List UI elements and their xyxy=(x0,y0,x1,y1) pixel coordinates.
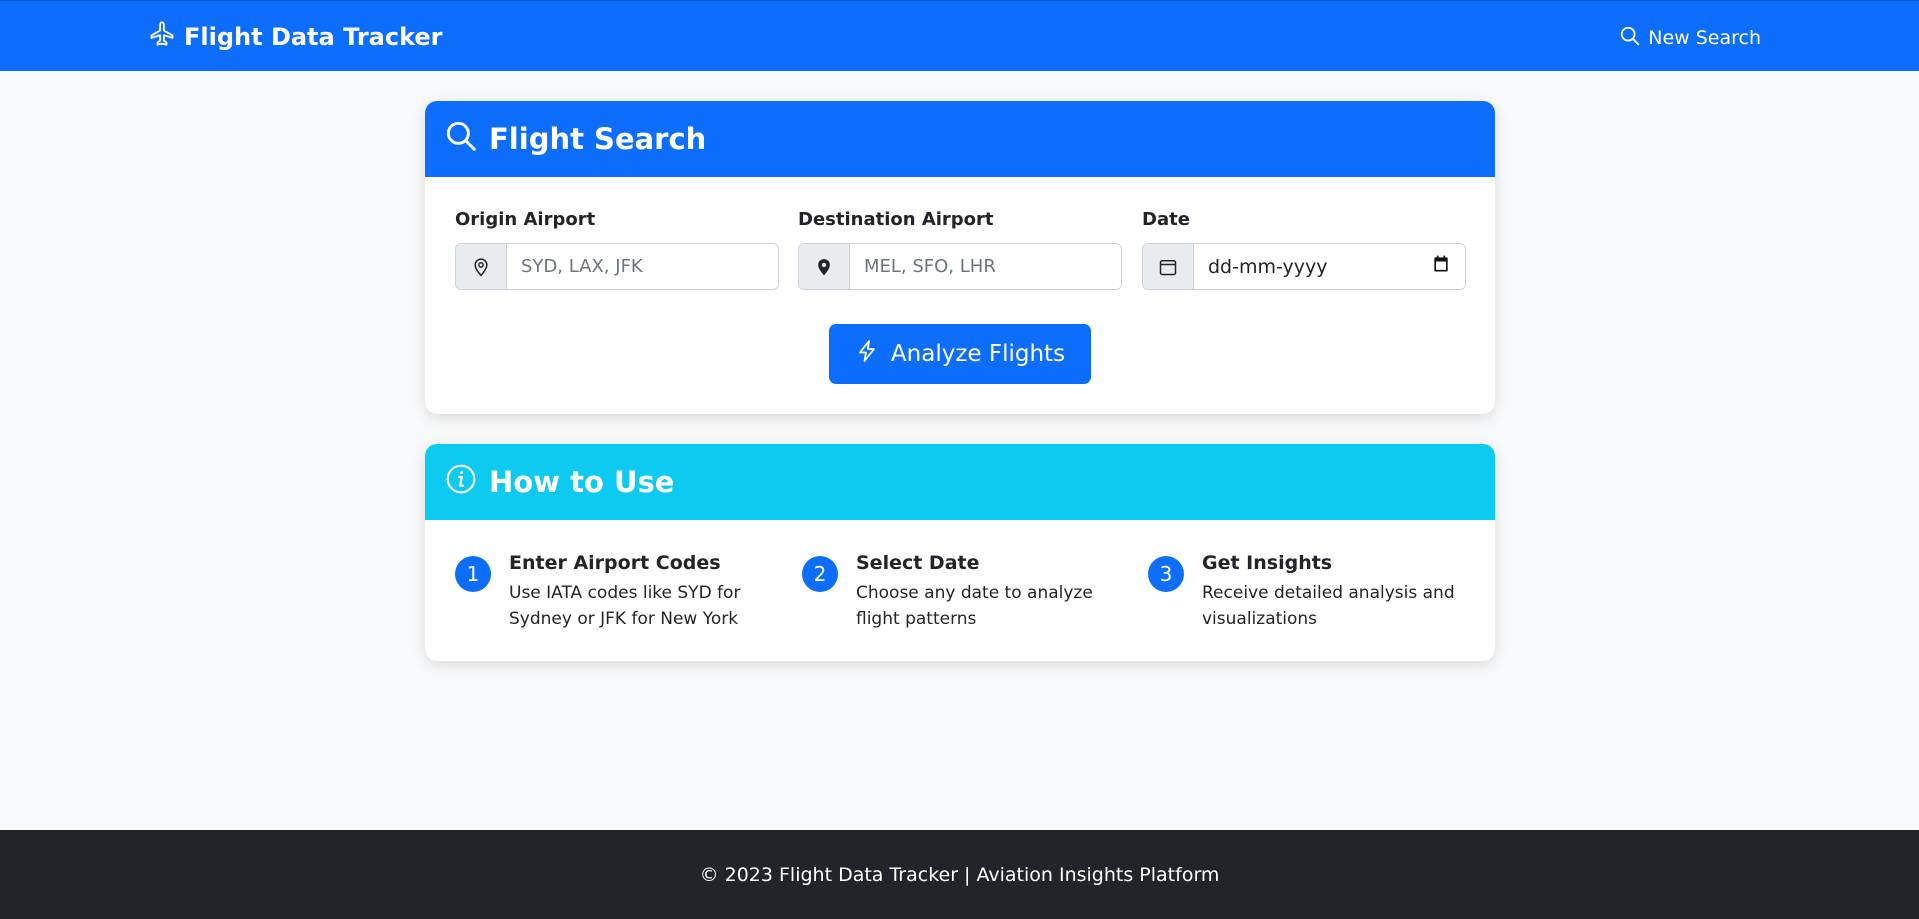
search-icon xyxy=(1619,25,1641,52)
search-icon xyxy=(445,120,477,159)
step-title: Get Insights xyxy=(1202,552,1333,574)
origin-label: Origin Airport xyxy=(455,209,596,230)
how-to-use-header: How to Use xyxy=(425,444,1495,520)
date-field: Date dd-mm-yyyy xyxy=(1142,209,1466,290)
step-title: Enter Airport Codes xyxy=(509,552,721,574)
step-number: 2 xyxy=(802,556,838,592)
destination-label: Destination Airport xyxy=(798,209,994,230)
flight-search-title: Flight Search xyxy=(489,122,707,156)
calendar-icon xyxy=(1143,244,1194,289)
step-number: 3 xyxy=(1148,556,1184,592)
brand-link[interactable]: Flight Data Tracker xyxy=(148,19,443,55)
destination-input-group xyxy=(798,243,1122,290)
calendar-picker-icon[interactable] xyxy=(1431,254,1451,279)
date-input[interactable]: dd-mm-yyyy xyxy=(1194,244,1465,289)
step-description: Choose any date to analyze flight patter… xyxy=(856,583,1093,629)
airplane-icon xyxy=(148,20,176,54)
info-circle-icon xyxy=(445,463,477,502)
origin-field: Origin Airport xyxy=(455,209,779,290)
analyze-flights-button[interactable]: Analyze Flights xyxy=(829,324,1091,384)
step-content: Enter Airport Codes Use IATA codes like … xyxy=(509,552,775,632)
analyze-flights-label: Analyze Flights xyxy=(890,341,1066,367)
origin-input-group xyxy=(455,243,779,290)
date-input-group: dd-mm-yyyy xyxy=(1142,243,1466,290)
step-item: 3 Get Insights Receive detailed analysis… xyxy=(1148,552,1468,632)
destination-input[interactable] xyxy=(850,244,1121,289)
origin-input[interactable] xyxy=(507,244,778,289)
flight-search-header: Flight Search xyxy=(425,101,1495,177)
step-content: Select Date Choose any date to analyze f… xyxy=(856,552,1122,632)
step-item: 2 Select Date Choose any date to analyze… xyxy=(802,552,1122,632)
step-number: 1 xyxy=(455,556,491,592)
how-to-use-card: How to Use 1 Enter Airport Codes Use IAT… xyxy=(425,444,1495,661)
how-to-use-title: How to Use xyxy=(489,465,675,499)
brand-title: Flight Data Tracker xyxy=(184,23,443,51)
step-description: Use IATA codes like SYD for Sydney or JF… xyxy=(509,583,741,629)
date-label: Date xyxy=(1142,209,1190,230)
geo-alt-fill-icon xyxy=(799,244,850,289)
step-title: Select Date xyxy=(856,552,980,574)
new-search-link[interactable]: New Search xyxy=(1619,23,1761,53)
step-content: Get Insights Receive detailed analysis a… xyxy=(1202,552,1468,632)
step-description: Receive detailed analysis and visualizat… xyxy=(1202,583,1455,629)
step-item: 1 Enter Airport Codes Use IATA codes lik… xyxy=(455,552,775,632)
footer-text: © 2023 Flight Data Tracker | Aviation In… xyxy=(699,863,1220,886)
navbar: Flight Data Tracker New Search xyxy=(0,0,1919,71)
lightning-icon xyxy=(855,339,879,369)
footer: © 2023 Flight Data Tracker | Aviation In… xyxy=(0,830,1919,919)
flight-search-card: Flight Search Origin Airport Destination… xyxy=(425,101,1495,414)
date-placeholder: dd-mm-yyyy xyxy=(1208,255,1328,278)
destination-field: Destination Airport xyxy=(798,209,1122,290)
new-search-label: New Search xyxy=(1648,27,1761,49)
geo-alt-outline-icon xyxy=(456,244,507,289)
